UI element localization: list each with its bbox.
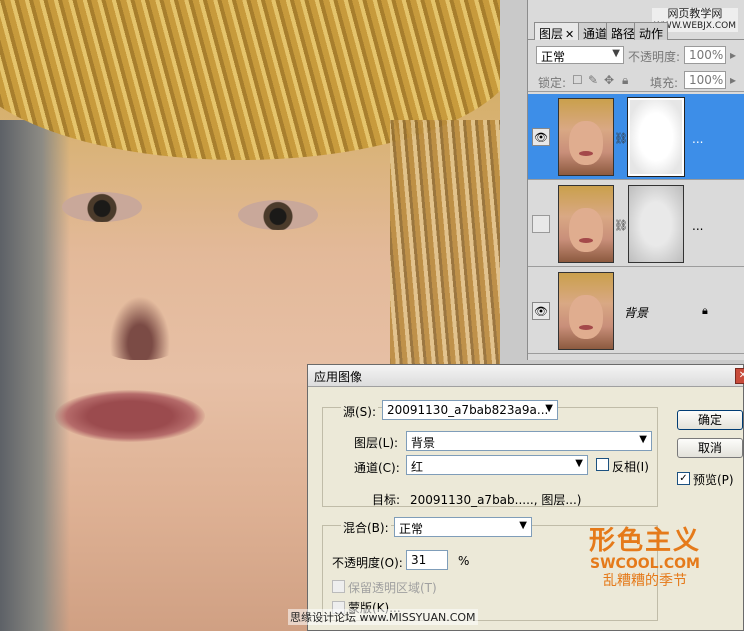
photo-background bbox=[0, 120, 70, 631]
lock-all-icon[interactable]: 🔒︎ bbox=[622, 73, 628, 88]
layer-thumbnail[interactable] bbox=[558, 98, 614, 176]
channel-label: 通道(C): bbox=[354, 461, 400, 475]
eye-icon[interactable]: 👁︎ bbox=[532, 128, 550, 146]
thumbnail-face bbox=[569, 121, 603, 165]
layer-mask-thumbnail[interactable] bbox=[627, 97, 685, 177]
layer-row[interactable]: 👁︎ ⛓ ... bbox=[528, 94, 744, 180]
logo-url: SWCOOL.COM bbox=[590, 556, 700, 572]
opacity-unit: % bbox=[458, 554, 470, 568]
chevron-right-icon[interactable]: ▸ bbox=[730, 73, 736, 87]
channel-select[interactable]: 红 ▼ bbox=[406, 455, 588, 475]
preserve-transparency-checkbox[interactable] bbox=[332, 580, 345, 593]
thumbnail-face bbox=[569, 208, 603, 252]
lock-position-icon[interactable]: ✥ bbox=[604, 73, 614, 87]
target-label: 目标: bbox=[372, 493, 401, 507]
tab-layers-label: 图层 bbox=[539, 27, 564, 41]
lock-row: 锁定: ☐ ✎ ✥ 🔒︎ 填充: 100% ▸ bbox=[528, 70, 744, 92]
thumbnail-mouth bbox=[579, 238, 593, 243]
blend-mode-select[interactable]: 正常 ▼ bbox=[536, 46, 624, 64]
layer-thumbnail[interactable] bbox=[558, 185, 614, 263]
lock-icon: 🔒︎ bbox=[702, 304, 708, 317]
chevron-down-icon: ▼ bbox=[575, 458, 583, 469]
fill-field[interactable]: 100% bbox=[684, 71, 726, 89]
layer-select[interactable]: 背景 ▼ bbox=[406, 431, 652, 451]
swcool-logo: 形色主义 SWCOOL.COM 乱糟糟的季节 bbox=[585, 526, 705, 590]
lock-transparent-icon[interactable]: ☐ bbox=[572, 73, 583, 87]
eye-icon[interactable]: 👁︎ bbox=[532, 302, 550, 320]
tab-layers[interactable]: 图层 ✕ bbox=[534, 22, 580, 41]
layer-thumbnail[interactable] bbox=[558, 272, 614, 350]
fill-label: 填充: bbox=[650, 76, 679, 90]
chevron-down-icon: ▼ bbox=[639, 434, 647, 445]
cancel-button-label: 取消 bbox=[697, 441, 722, 455]
layer-value: 背景 bbox=[411, 436, 436, 450]
close-icon[interactable]: ✕ bbox=[735, 368, 744, 384]
thumbnail-face bbox=[569, 295, 603, 339]
layers-panel: 网页教学网 WWW.WEBJX.COM 图层 ✕ 通道 路径 动作 正常 ▼ 不透… bbox=[527, 0, 744, 360]
source-value: 20091130_a7bab823a9a... bbox=[387, 403, 549, 417]
photo-eye-left bbox=[62, 192, 142, 222]
preview-label: 预览(P) bbox=[693, 473, 734, 487]
opacity-input-value: 31 bbox=[411, 553, 427, 567]
opacity-value: 100% bbox=[689, 48, 724, 62]
lock-image-icon[interactable]: ✎ bbox=[588, 73, 598, 87]
channel-value: 红 bbox=[411, 460, 424, 474]
chevron-right-icon[interactable]: ▸ bbox=[730, 48, 736, 62]
chevron-down-icon: ▼ bbox=[612, 48, 620, 59]
lock-label: 锁定: bbox=[538, 76, 567, 90]
blend-select[interactable]: 正常 ▼ bbox=[394, 517, 532, 537]
blend-label: 混合(B): bbox=[341, 519, 391, 536]
layer-name: ... bbox=[692, 219, 704, 233]
layer-row-background[interactable]: 👁︎ 背景 🔒︎ bbox=[528, 268, 744, 354]
target-value: 20091130_a7bab....., 图层...) bbox=[410, 493, 582, 507]
preview-checkbox[interactable]: ✓ bbox=[677, 472, 690, 485]
blend-value: 正常 bbox=[399, 522, 424, 536]
layer-mask-thumbnail[interactable] bbox=[628, 185, 684, 263]
tab-actions-label: 动作 bbox=[639, 27, 664, 41]
layer-name: 背景 bbox=[624, 306, 649, 320]
layer-name: ... bbox=[692, 132, 704, 146]
opacity-field[interactable]: 100% bbox=[684, 46, 726, 64]
blend-row: 正常 ▼ 不透明度: 100% ▸ bbox=[528, 44, 744, 68]
fill-value: 100% bbox=[689, 73, 724, 87]
logo-main: 形色主义 bbox=[588, 526, 701, 556]
logo-sub: 乱糟糟的季节 bbox=[603, 573, 687, 589]
opacity-label: 不透明度: bbox=[628, 50, 681, 64]
dialog-title: 应用图像 bbox=[314, 370, 363, 384]
cancel-button[interactable]: 取消 bbox=[677, 438, 743, 458]
source-label: 源(S): bbox=[341, 403, 379, 420]
tab-paths-label: 路径 bbox=[611, 27, 636, 41]
layer-row[interactable]: ⛓ ... bbox=[528, 181, 744, 267]
tab-actions[interactable]: 动作 bbox=[634, 22, 669, 41]
ok-button[interactable]: 确定 bbox=[677, 410, 743, 430]
invert-checkbox[interactable] bbox=[596, 458, 609, 471]
photo-eye-right bbox=[238, 200, 318, 230]
close-icon[interactable]: ✕ bbox=[565, 28, 574, 41]
photo-lips bbox=[55, 390, 205, 442]
dialog-titlebar[interactable]: 应用图像 bbox=[308, 365, 743, 387]
apply-image-dialog: 应用图像 ✕ 源(S): 20091130_a7bab823a9a... ▼ 图层… bbox=[307, 364, 744, 631]
preserve-transparency-label: 保留透明区域(T) bbox=[348, 581, 437, 595]
chain-link-icon[interactable]: ⛓ bbox=[614, 132, 628, 145]
layer-label: 图层(L): bbox=[354, 436, 399, 450]
thumbnail-mouth bbox=[579, 325, 593, 330]
ok-button-label: 确定 bbox=[697, 413, 722, 427]
blend-mode-value: 正常 bbox=[541, 50, 566, 64]
photo-nose bbox=[80, 250, 200, 360]
opacity-input[interactable]: 31 bbox=[406, 550, 448, 570]
opacity-label: 不透明度(O): bbox=[332, 556, 403, 570]
thumbnail-mouth bbox=[579, 151, 593, 156]
forum-credit: 思缘设计论坛 www.MISSYUAN.COM bbox=[288, 609, 478, 625]
chevron-down-icon: ▼ bbox=[545, 403, 553, 414]
site-watermark-line1: 网页教学网 bbox=[667, 7, 723, 20]
chevron-down-icon: ▼ bbox=[519, 520, 527, 531]
source-select[interactable]: 20091130_a7bab823a9a... ▼ bbox=[382, 400, 558, 420]
visibility-toggle[interactable] bbox=[532, 215, 550, 233]
chain-link-icon[interactable]: ⛓ bbox=[614, 219, 628, 232]
invert-label: 反相(I) bbox=[612, 460, 649, 474]
panel-tabs: 图层 ✕ 通道 路径 动作 bbox=[528, 20, 744, 41]
tab-channels-label: 通道 bbox=[583, 27, 608, 41]
